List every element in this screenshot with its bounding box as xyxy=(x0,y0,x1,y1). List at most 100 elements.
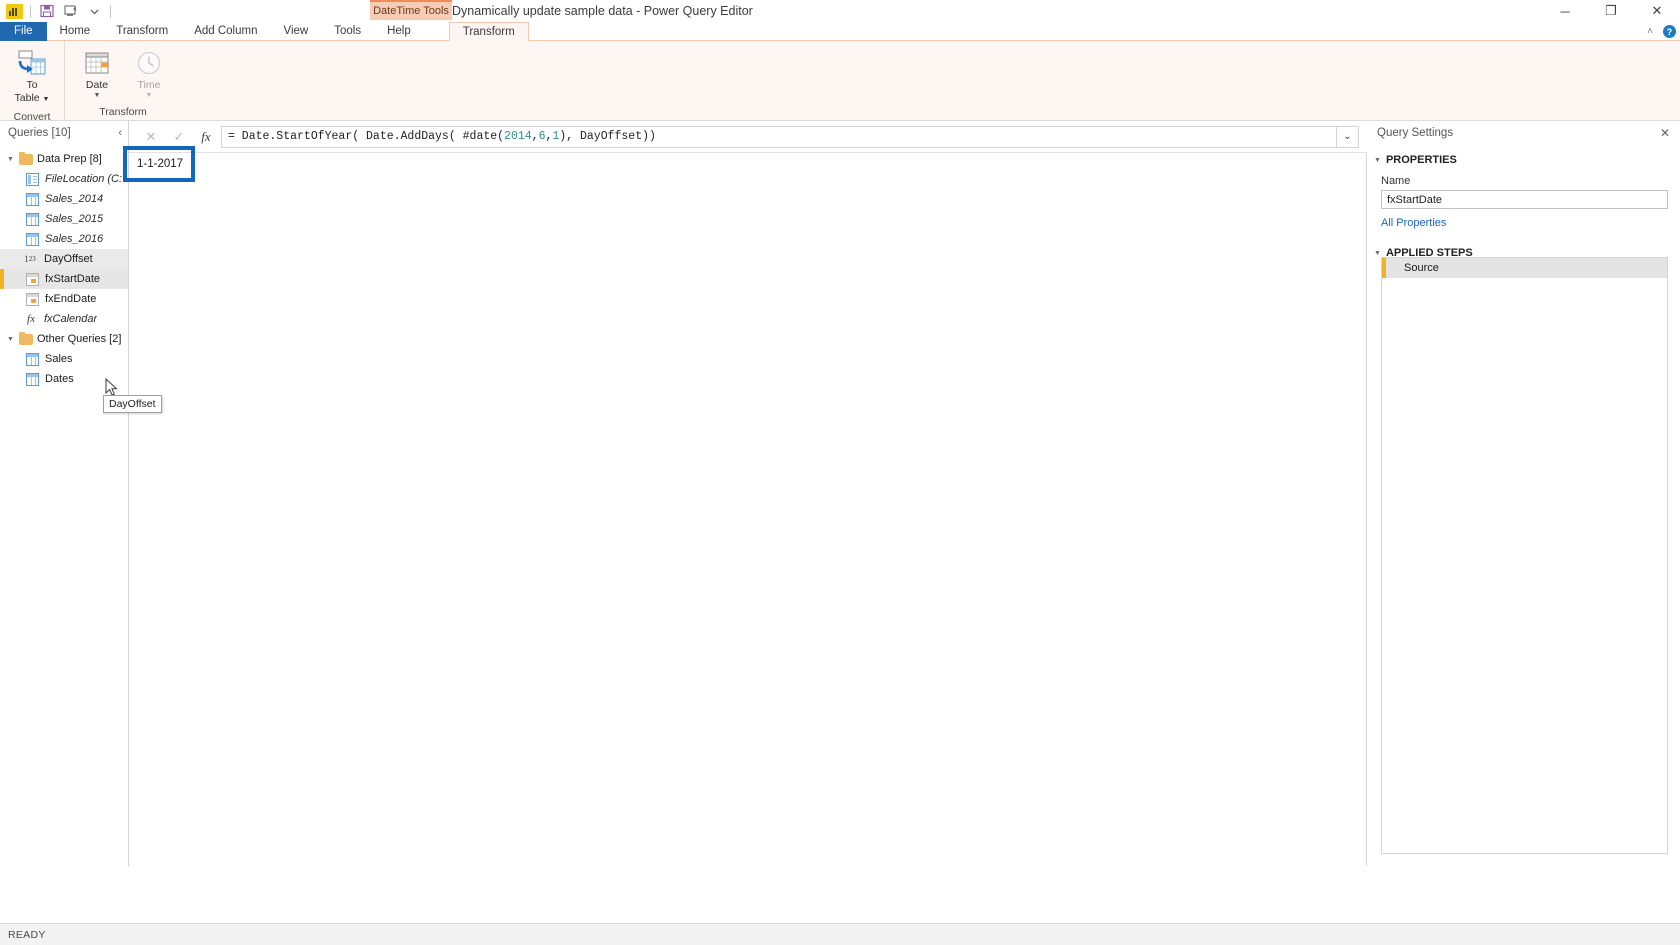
time-caret-icon[interactable]: ▼ xyxy=(146,92,153,100)
formula-accept-icon[interactable]: ✓ xyxy=(165,126,193,148)
query-settings-title: Query Settings xyxy=(1377,127,1454,139)
table-icon xyxy=(26,192,39,206)
ribbon-body: To Table ▼ Convert Date ▼ Time ▼ Transfo… xyxy=(0,41,1680,123)
help-icon[interactable]: ? xyxy=(1663,25,1676,38)
folder-icon xyxy=(19,151,33,165)
tab-help[interactable]: Help xyxy=(374,22,424,41)
refresh-preview-icon[interactable] xyxy=(62,4,79,19)
save-icon[interactable] xyxy=(38,4,55,19)
query-item-fxstartdate[interactable]: fxStartDate xyxy=(0,269,128,289)
name-label: Name xyxy=(1381,175,1411,187)
ribbon-group-convert: To Table ▼ Convert xyxy=(0,41,64,123)
formula-prefix: = Date.StartOfYear( Date.AddDays( #date( xyxy=(228,130,505,143)
calendar-icon xyxy=(83,48,111,78)
query-group-other-queries-label: Other Queries [2] xyxy=(37,333,122,345)
applied-step-source-label: Source xyxy=(1404,262,1439,274)
to-table-caret-icon[interactable]: ▼ xyxy=(43,96,50,103)
query-settings-header: Query Settings ✕ xyxy=(1367,121,1680,145)
ribbon-group-transform-label: Transform xyxy=(99,106,147,118)
query-item-sales-2015-label: Sales_2015 xyxy=(45,213,104,225)
to-table-label-line2: Table ▼ xyxy=(15,93,50,105)
date-label: Date xyxy=(85,79,109,91)
date-button[interactable]: Date ▼ xyxy=(73,45,121,103)
time-button[interactable]: Time ▼ xyxy=(125,45,173,103)
query-item-sales-2015[interactable]: Sales_2015 xyxy=(0,209,128,229)
query-item-fxstartdate-label: fxStartDate xyxy=(45,273,101,285)
query-item-filelocation[interactable]: FileLocation (C:\... xyxy=(0,169,128,189)
query-tooltip: DayOffset xyxy=(103,395,162,413)
chevron-expanded-icon[interactable]: ▼ xyxy=(6,336,15,343)
to-table-label-line1: To xyxy=(26,79,38,91)
query-group-other-queries[interactable]: ▼ Other Queries [2] xyxy=(0,329,128,349)
chevron-expanded-icon[interactable]: ▼ xyxy=(6,156,15,163)
query-item-fxcalendar[interactable]: fx fxCalendar xyxy=(0,309,128,329)
query-item-filelocation-label: FileLocation (C:\... xyxy=(45,173,128,185)
collapse-queries-pane-icon[interactable]: ‹ xyxy=(118,127,122,139)
ribbon-tab-strip: File Home Transform Add Column View Tool… xyxy=(0,22,1680,41)
formula-mid: , xyxy=(531,130,539,143)
window-controls: ─ ❐ ✕ xyxy=(1542,0,1680,22)
query-item-sales-label: Sales xyxy=(45,353,73,365)
tab-datetime-transform[interactable]: Transform xyxy=(448,22,529,41)
tab-transform[interactable]: Transform xyxy=(103,22,181,41)
tab-home[interactable]: Home xyxy=(47,22,104,41)
status-bar: READY xyxy=(0,923,1680,945)
tab-file[interactable]: File xyxy=(0,22,47,41)
tab-add-column[interactable]: Add Column xyxy=(181,22,270,41)
table-icon xyxy=(26,352,39,366)
window-title: Dynamically update sample data - Power Q… xyxy=(452,4,753,18)
formula-arg-day: 1 xyxy=(552,130,560,143)
query-item-sales-2016-label: Sales_2016 xyxy=(45,233,104,245)
table-icon xyxy=(26,212,39,226)
fx-icon[interactable]: fx xyxy=(193,126,219,148)
all-properties-link[interactable]: All Properties xyxy=(1367,217,1680,229)
folder-icon xyxy=(19,331,33,345)
query-item-sales-2014-label: Sales_2014 xyxy=(45,193,104,205)
qat-dropdown-icon[interactable] xyxy=(86,4,103,19)
minimize-button[interactable]: ─ xyxy=(1542,0,1588,22)
preview-value: 1-1-2017 xyxy=(129,153,189,175)
query-group-data-prep[interactable]: ▼ Data Prep [8] xyxy=(0,149,128,169)
queries-pane: Queries [10] ‹ ▼ Data Prep [8] FileLocat… xyxy=(0,121,162,866)
formula-cancel-icon[interactable]: ✕ xyxy=(137,126,165,148)
chevron-expanded-icon[interactable]: ▼ xyxy=(1374,157,1381,164)
close-query-settings-icon[interactable]: ✕ xyxy=(1660,126,1670,140)
formula-suffix: ), DayOffset)) xyxy=(559,130,656,143)
ribbon-group-transform: Date ▼ Time ▼ Transform xyxy=(64,41,181,121)
chevron-expanded-icon[interactable]: ▼ xyxy=(1374,250,1381,257)
query-item-sales-2016[interactable]: Sales_2016 xyxy=(0,229,128,249)
table-icon xyxy=(26,232,39,246)
formula-expand-icon[interactable]: ⌄ xyxy=(1337,125,1359,148)
tab-view[interactable]: View xyxy=(271,22,322,41)
query-item-dates-label: Dates xyxy=(45,373,74,385)
query-item-fxcalendar-label: fxCalendar xyxy=(44,313,98,325)
to-table-button[interactable]: To Table ▼ xyxy=(8,45,56,108)
date-caret-icon[interactable]: ▼ xyxy=(94,92,101,100)
tab-tools[interactable]: Tools xyxy=(321,22,374,41)
query-item-fxenddate[interactable]: fxEndDate xyxy=(0,289,128,309)
query-item-dayoffset[interactable]: 123 DayOffset xyxy=(0,249,128,269)
contextual-tab-group-datetime-tools: DateTime Tools xyxy=(370,0,452,20)
query-item-sales-2014[interactable]: Sales_2014 xyxy=(0,189,128,209)
record-icon xyxy=(26,172,39,186)
collapse-ribbon-icon[interactable]: ˄ xyxy=(1647,26,1653,37)
query-item-dayoffset-label: DayOffset xyxy=(44,253,93,265)
applied-step-source[interactable]: Source xyxy=(1382,258,1667,278)
fx-table-icon xyxy=(26,292,39,306)
properties-section-header[interactable]: ▼ PROPERTIES xyxy=(1367,150,1680,170)
maximize-button[interactable]: ❐ xyxy=(1588,0,1634,22)
formula-input[interactable]: = Date.StartOfYear( Date.AddDays( #date(… xyxy=(221,125,1337,148)
applied-steps-list: Source xyxy=(1381,257,1668,854)
to-table-icon xyxy=(17,48,47,78)
fx-icon: fx xyxy=(27,313,35,325)
qat-divider-2 xyxy=(110,4,111,18)
query-item-sales[interactable]: Sales xyxy=(0,349,128,369)
query-name-input[interactable]: fxStartDate xyxy=(1381,190,1668,209)
close-button[interactable]: ✕ xyxy=(1634,0,1680,22)
ribbon-right-controls: ˄ ? xyxy=(1647,22,1676,41)
query-item-dates[interactable]: Dates xyxy=(0,369,128,389)
query-item-fxenddate-label: fxEndDate xyxy=(45,293,97,305)
clock-icon xyxy=(135,48,163,78)
data-preview-area: 1-1-2017 xyxy=(123,146,1367,866)
quick-access-toolbar xyxy=(0,0,111,22)
